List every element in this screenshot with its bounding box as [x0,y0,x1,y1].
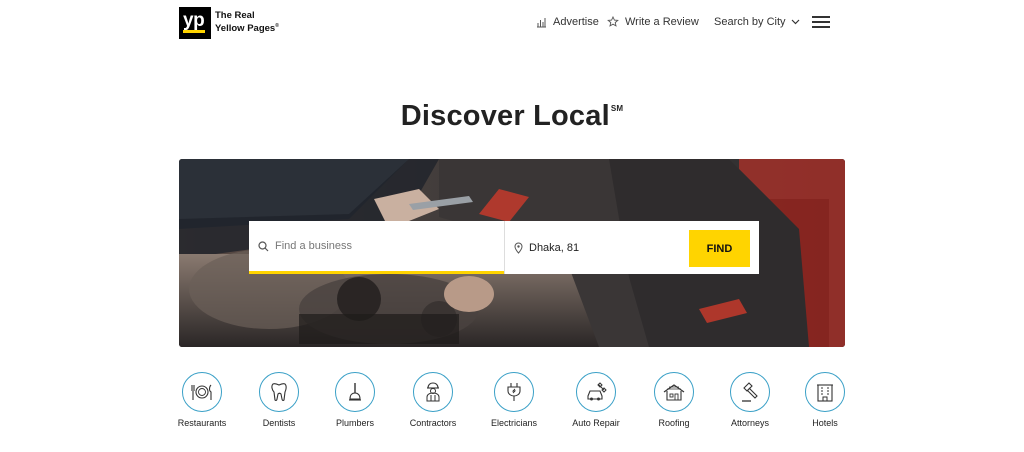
category-hotels[interactable]: Hotels [785,372,865,428]
yp-logo-mark: yp [179,7,211,39]
logo-wordmark: The Real Yellow Pages® [215,11,279,34]
hotel-building-icon [805,372,845,412]
location-input[interactable] [529,241,689,254]
hamburger-menu-icon[interactable] [812,16,830,28]
category-contractors[interactable]: Contractors [393,372,473,428]
nav-advertise-label: Advertise [553,16,599,28]
house-roof-icon [654,372,694,412]
plug-icon [494,372,534,412]
yp-logo[interactable]: yp The Real Yellow Pages® [179,7,279,39]
nav-search-by-city[interactable]: Search by City [714,0,800,44]
category-label: Attorneys [730,418,770,428]
logo-yellow-bar [183,30,205,33]
category-electricians[interactable]: Electricians [474,372,554,428]
category-label: Electricians [490,418,537,428]
plunger-icon [335,372,375,412]
business-search-input[interactable] [275,240,435,252]
category-list: Restaurants Dentists Plumbers Contractor… [0,372,1024,432]
category-label: Contractors [409,418,457,428]
gavel-icon [730,372,770,412]
category-plumbers[interactable]: Plumbers [315,372,395,428]
search-icon [258,240,269,252]
page-title-text: Discover Local [400,100,610,132]
category-dentists[interactable]: Dentists [239,372,319,428]
logo-line-2: Yellow Pages [215,23,276,35]
nav-write-review-label: Write a Review [625,16,699,28]
category-auto-repair[interactable]: Auto Repair [556,372,636,428]
find-button[interactable]: FIND [689,230,750,267]
car-wrench-icon [576,372,616,412]
category-label: Auto Repair [572,418,620,428]
nav-advertise[interactable]: Advertise [536,0,599,44]
bar-chart-icon [537,17,546,27]
search-bar: FIND [249,221,759,274]
logo-mark-text: yp [183,10,205,31]
business-search-field [249,221,504,274]
category-label: Dentists [262,418,296,428]
plate-utensils-icon [182,372,222,412]
category-label: Restaurants [177,418,227,428]
category-restaurants[interactable]: Restaurants [162,372,242,428]
category-label: Roofing [658,418,690,428]
site-header: yp The Real Yellow Pages® Advertise Writ… [0,0,1024,44]
location-field: FIND [504,221,759,274]
service-mark: SM [610,104,624,113]
star-icon [607,16,619,27]
location-pin-icon [514,242,523,254]
nav-write-review[interactable]: Write a Review [607,0,699,44]
chevron-down-icon [791,19,799,25]
category-label: Hotels [812,418,838,428]
page-title: Discover LocalSM [0,100,1024,133]
category-roofing[interactable]: Roofing [634,372,714,428]
nav-search-by-city-label: Search by City [714,16,786,28]
tooth-icon [259,372,299,412]
logo-registered: ® [275,23,279,30]
worker-icon [413,372,453,412]
category-label: Plumbers [335,418,374,428]
logo-line-1: The Real [215,10,255,22]
category-attorneys[interactable]: Attorneys [710,372,790,428]
